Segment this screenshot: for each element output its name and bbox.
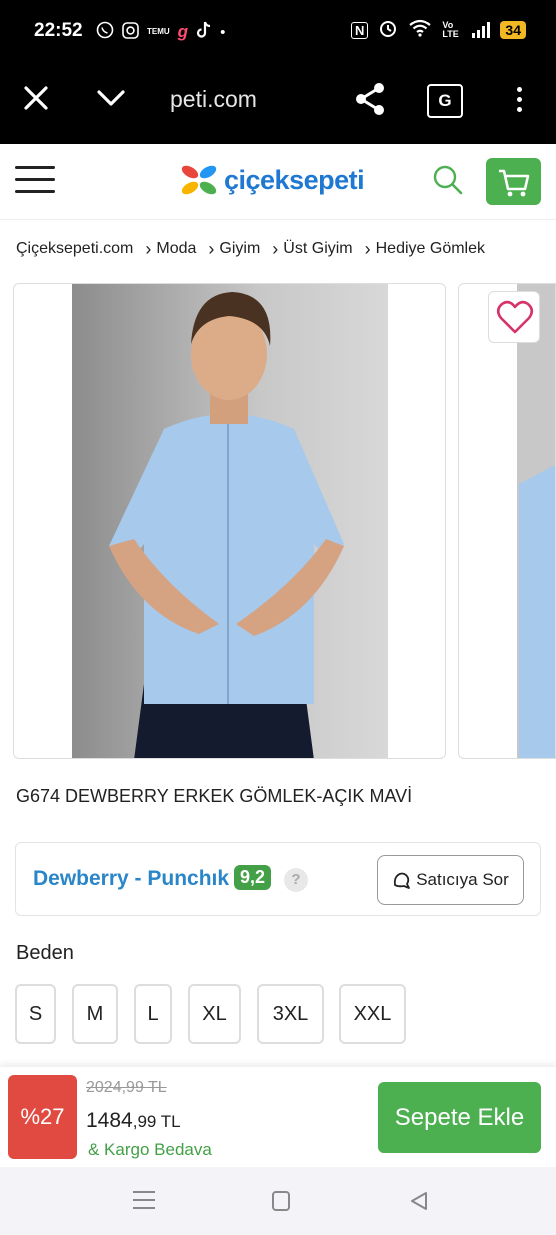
chevron-right-icon: ›: [364, 239, 371, 259]
clock: 22:52: [34, 20, 83, 41]
breadcrumb-item[interactable]: Moda: [156, 240, 196, 258]
back-icon[interactable]: [408, 1190, 430, 1212]
system-navigation-bar: [0, 1167, 556, 1235]
notification-dot: •: [220, 23, 226, 41]
heart-icon: [496, 300, 534, 334]
signal-icon: [472, 22, 491, 38]
product-image-next[interactable]: [458, 283, 556, 759]
logo-text: çiçeksepeti: [224, 164, 365, 195]
logo-flower-icon: [181, 165, 217, 195]
site-logo[interactable]: çiçeksepeti: [180, 163, 365, 197]
discount-badge: %27: [8, 1075, 77, 1159]
close-icon[interactable]: [22, 84, 52, 118]
volte-icon: Vo LTE: [442, 20, 459, 39]
search-icon[interactable]: [432, 164, 464, 196]
breadcrumb: Çiçeksepeti.com › Moda › Giyim › Üst Giyim …: [16, 240, 485, 258]
size-option-xxl[interactable]: XXL: [339, 984, 406, 1044]
breadcrumb-item[interactable]: Çiçeksepeti.com: [16, 240, 133, 258]
nfc-icon: N: [351, 21, 369, 39]
ask-seller-label: Satıcıya Sor: [416, 870, 509, 889]
share-icon[interactable]: [354, 82, 388, 118]
add-to-cart-button[interactable]: Sepete Ekle: [378, 1082, 541, 1153]
breadcrumb-item[interactable]: Hediye Gömlek: [376, 240, 485, 258]
site-header: çiçeksepeti: [0, 144, 556, 220]
chevron-down-icon[interactable]: [96, 84, 128, 114]
notification-icons: TEMU g •: [96, 21, 225, 43]
instagram-icon: [122, 21, 139, 43]
tiktok-icon: [196, 21, 212, 43]
chevron-right-icon: ›: [145, 239, 152, 259]
size-option-l[interactable]: L: [134, 984, 172, 1044]
size-section-label: Beden: [16, 942, 74, 964]
hamburger-menu-icon[interactable]: [15, 166, 55, 196]
breadcrumb-item[interactable]: Üst Giyim: [283, 240, 352, 258]
chevron-right-icon: ›: [208, 239, 215, 259]
product-photo: [72, 284, 388, 758]
app-icon: g: [177, 22, 189, 41]
seller-name-link[interactable]: Dewberry - Punchık: [33, 867, 229, 891]
system-icons: N Vo LTE 34: [351, 18, 526, 42]
chat-bubble-icon: [394, 872, 411, 889]
url-text[interactable]: peti.com: [170, 86, 257, 113]
seller-card: Dewberry - Punchık 9,2 ? Satıcıya Sor: [15, 842, 541, 916]
battery-icon: 34: [500, 21, 526, 39]
old-price: 2024,99 TL: [86, 1079, 167, 1096]
recent-apps-icon[interactable]: [133, 1191, 155, 1211]
product-title: G674 DEWBERRY ERKEK GÖMLEK-AÇIK MAVİ: [16, 786, 413, 806]
whatsapp-icon: [96, 21, 114, 43]
product-image-main[interactable]: [13, 283, 446, 759]
purchase-bar: %27 2024,99 TL 1484,99 TL & Kargo Bedava…: [0, 1067, 556, 1167]
free-shipping-label: & Kargo Bedava: [88, 1140, 212, 1159]
size-option-xl[interactable]: XL: [188, 984, 241, 1044]
browser-toolbar: peti.com G: [0, 62, 556, 144]
favorite-button[interactable]: [488, 291, 540, 343]
cart-icon: [499, 169, 530, 197]
translate-icon[interactable]: G: [427, 84, 463, 118]
help-icon[interactable]: ?: [284, 868, 308, 892]
size-option-m[interactable]: M: [72, 984, 118, 1044]
alarm-icon: [378, 18, 398, 42]
current-price: 1484,99 TL: [86, 1109, 181, 1133]
size-option-s[interactable]: S: [15, 984, 56, 1044]
seller-score-badge: 9,2: [234, 865, 272, 890]
size-option-3xl[interactable]: 3XL: [257, 984, 324, 1044]
home-icon[interactable]: [272, 1191, 290, 1211]
temu-icon: TEMU: [147, 27, 170, 36]
price-integer: 1484: [86, 1109, 133, 1132]
status-bar: 22:52 TEMU g • N Vo LTE 34: [0, 0, 556, 62]
ask-seller-button[interactable]: Satıcıya Sor: [377, 855, 524, 905]
breadcrumb-item[interactable]: Giyim: [219, 240, 260, 258]
price-decimal: ,99 TL: [132, 1112, 181, 1131]
wifi-icon: [408, 19, 432, 41]
chevron-right-icon: ›: [272, 239, 279, 259]
product-photo-next: [517, 284, 555, 758]
cart-button[interactable]: [486, 158, 541, 205]
more-options-icon[interactable]: [512, 84, 526, 120]
size-options: S M L XL 3XL XXL: [15, 984, 406, 1044]
